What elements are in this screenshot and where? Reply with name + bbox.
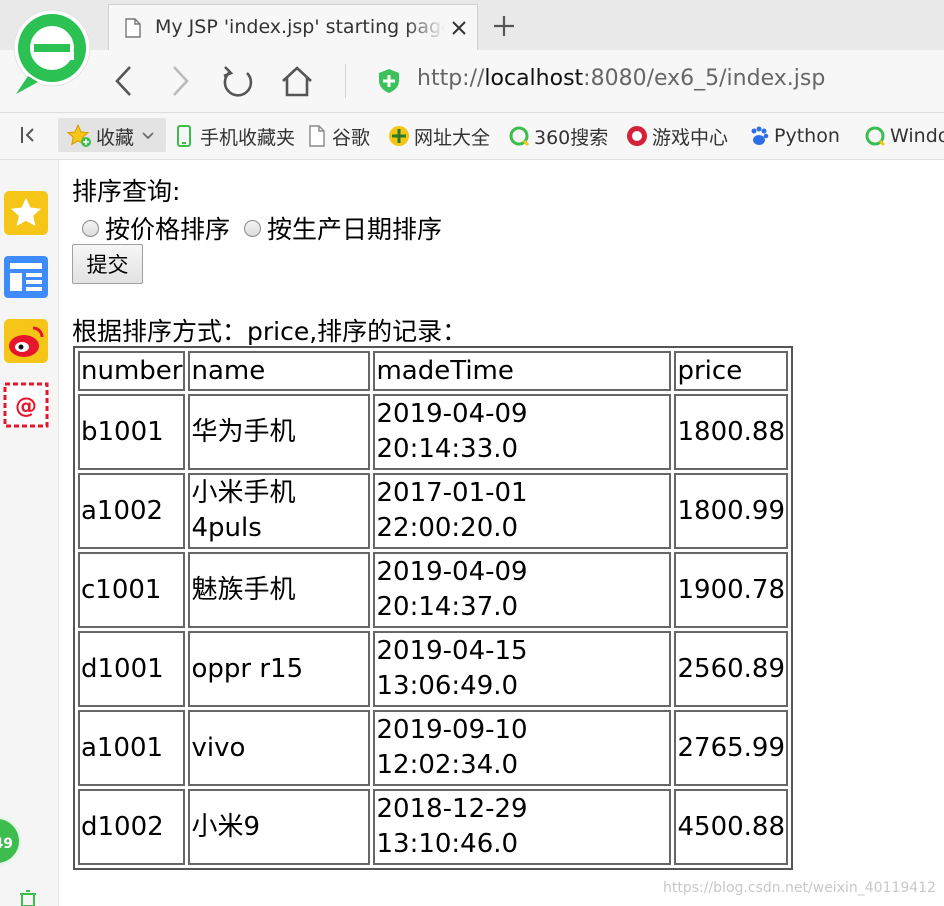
bookmark-item[interactable]: 手机收藏夹 bbox=[174, 122, 295, 150]
cell-number: b1001 bbox=[78, 394, 186, 470]
close-tab-icon[interactable] bbox=[451, 20, 467, 36]
star-add-icon bbox=[66, 124, 91, 147]
url-host: localhost bbox=[484, 66, 584, 91]
cell-number: c1001 bbox=[78, 552, 186, 628]
bookmark-label: Windo bbox=[890, 125, 944, 147]
browser-logo-icon bbox=[13, 9, 91, 94]
email-icon[interactable]: @ bbox=[3, 382, 49, 428]
result-heading: 根据排序方式：price,排序的记录： bbox=[72, 317, 468, 346]
game-icon bbox=[627, 126, 647, 146]
bookmark-label: 游戏中心 bbox=[652, 126, 729, 149]
search360-icon bbox=[865, 126, 886, 147]
submit-button[interactable]: 提交 bbox=[72, 244, 143, 284]
browser-tab[interactable]: My JSP 'index.jsp' starting page bbox=[108, 4, 478, 50]
cell-number: a1001 bbox=[78, 710, 186, 786]
search360-icon bbox=[509, 126, 530, 147]
cell-name: 华为手机 bbox=[188, 394, 371, 470]
sort-by-price-radio[interactable] bbox=[82, 219, 99, 237]
cell-price: 2765.99 bbox=[674, 710, 789, 786]
navigation-bar: http://localhost:8080/ex6_5/index.jsp bbox=[0, 50, 944, 113]
cell-price: 1800.99 bbox=[674, 473, 789, 549]
phone-icon bbox=[177, 125, 191, 147]
watermark: https://blog.csdn.net/weixin_40119412 bbox=[662, 880, 936, 896]
address-separator bbox=[345, 64, 346, 98]
table-row: d1001 oppr r15 2019-04-15 13:06:49.0 256… bbox=[78, 631, 789, 707]
home-icon[interactable] bbox=[280, 64, 314, 98]
header-number: number bbox=[78, 351, 186, 391]
table-header-row: number name madeTime price bbox=[78, 351, 789, 391]
address-bar[interactable]: http://localhost:8080/ex6_5/index.jsp bbox=[417, 66, 825, 91]
bookmark-label: 360搜索 bbox=[534, 126, 609, 149]
bookmark-label: 手机收藏夹 bbox=[200, 126, 296, 149]
cell-name: 小米9 bbox=[188, 789, 371, 865]
reload-icon[interactable] bbox=[220, 64, 256, 100]
bookmark-label: Python bbox=[774, 125, 840, 147]
cell-name: oppr r15 bbox=[188, 631, 371, 707]
chevron-down-icon bbox=[142, 132, 154, 140]
cell-made-time: 2019-04-15 13:06:49.0 bbox=[373, 631, 672, 707]
cell-number: d1002 bbox=[78, 789, 186, 865]
bookmark-item[interactable]: Python bbox=[748, 122, 840, 150]
favorites-star-icon[interactable] bbox=[3, 190, 49, 236]
cell-price: 2560.89 bbox=[674, 631, 789, 707]
bookmark-item[interactable]: 谷歌 bbox=[306, 122, 370, 150]
sort-by-date-radio[interactable] bbox=[244, 219, 262, 237]
bookmark-item[interactable]: 360搜索 bbox=[508, 122, 608, 150]
baidu-paw-icon bbox=[751, 126, 769, 145]
sort-query-label: 排序查询: bbox=[72, 177, 181, 206]
table-row: b1001 华为手机 2019-04-09 20:14:33.0 1800.88 bbox=[78, 394, 789, 470]
document-icon bbox=[125, 18, 141, 38]
bookmark-label: 谷歌 bbox=[332, 126, 371, 149]
table-row: a1002 小米手机 4puls 2017-01-01 22:00:20.0 1… bbox=[78, 473, 789, 549]
plus-globe-icon bbox=[389, 126, 409, 146]
bookmark-item[interactable]: Windo bbox=[864, 122, 944, 150]
table-row: d1002 小米9 2018-12-29 13:10:46.0 4500.88 bbox=[78, 789, 789, 865]
sort-options: 按价格排序 按生产日期排序 bbox=[82, 210, 456, 246]
sort-by-date-label[interactable]: 按生产日期排序 bbox=[267, 210, 442, 246]
tab-strip: My JSP 'index.jsp' starting page bbox=[0, 0, 944, 50]
secure-shield-icon bbox=[379, 69, 399, 93]
header-name: name bbox=[188, 351, 371, 391]
header-price: price bbox=[674, 351, 789, 391]
cell-made-time: 2019-09-10 12:02:34.0 bbox=[373, 710, 672, 786]
header-made-time: madeTime bbox=[373, 351, 672, 391]
sidebar-toggle-icon[interactable] bbox=[18, 125, 38, 145]
bookmarks-bar: 收藏 手机收藏夹 谷歌 网址大全 360搜索 游戏中心 Python Windo bbox=[0, 113, 944, 160]
cell-price: 4500.88 bbox=[674, 789, 789, 865]
table-row: a1001 vivo 2019-09-10 12:02:34.0 2765.99 bbox=[78, 710, 789, 786]
bookmark-label: 网址大全 bbox=[414, 126, 491, 149]
cell-price: 1800.88 bbox=[674, 394, 789, 470]
bookmark-item[interactable]: 游戏中心 bbox=[626, 122, 728, 150]
cell-number: d1001 bbox=[78, 631, 186, 707]
trash-icon[interactable] bbox=[18, 890, 38, 906]
cell-number: a1002 bbox=[78, 473, 186, 549]
cell-made-time: 2018-12-29 13:10:46.0 bbox=[373, 789, 672, 865]
cell-name: vivo bbox=[188, 710, 371, 786]
notification-badge[interactable]: 49 bbox=[0, 816, 22, 866]
weibo-icon[interactable] bbox=[3, 318, 49, 364]
cell-name: 小米手机 4puls bbox=[188, 473, 371, 549]
cell-made-time: 2019-04-09 20:14:33.0 bbox=[373, 394, 672, 470]
table-row: c1001 魅族手机 2019-04-09 20:14:37.0 1900.78 bbox=[78, 552, 789, 628]
left-sidebar: @ 49 bbox=[0, 160, 59, 906]
news-icon[interactable] bbox=[3, 254, 49, 300]
cell-name: 魅族手机 bbox=[188, 552, 371, 628]
favorites-label: 收藏 bbox=[96, 126, 135, 149]
cell-made-time: 2019-04-09 20:14:37.0 bbox=[373, 552, 672, 628]
url-path: :8080/ex6_5/index.jsp bbox=[583, 66, 826, 91]
page-icon bbox=[309, 125, 325, 147]
tab-title: My JSP 'index.jsp' starting page bbox=[155, 16, 445, 38]
records-table: number name madeTime price b1001 华为手机 20… bbox=[73, 346, 794, 870]
sort-by-price-label[interactable]: 按价格排序 bbox=[105, 210, 230, 246]
back-arrow-icon[interactable] bbox=[112, 64, 136, 98]
cell-price: 1900.78 bbox=[674, 552, 789, 628]
cell-made-time: 2017-01-01 22:00:20.0 bbox=[373, 473, 672, 549]
forward-arrow-icon[interactable] bbox=[168, 64, 192, 98]
url-protocol: http:// bbox=[417, 66, 485, 91]
bookmark-item[interactable]: 网址大全 bbox=[388, 122, 490, 150]
svg-text:@: @ bbox=[15, 394, 37, 419]
favorites-menu[interactable]: 收藏 bbox=[66, 122, 158, 150]
new-tab-icon[interactable] bbox=[492, 14, 516, 38]
